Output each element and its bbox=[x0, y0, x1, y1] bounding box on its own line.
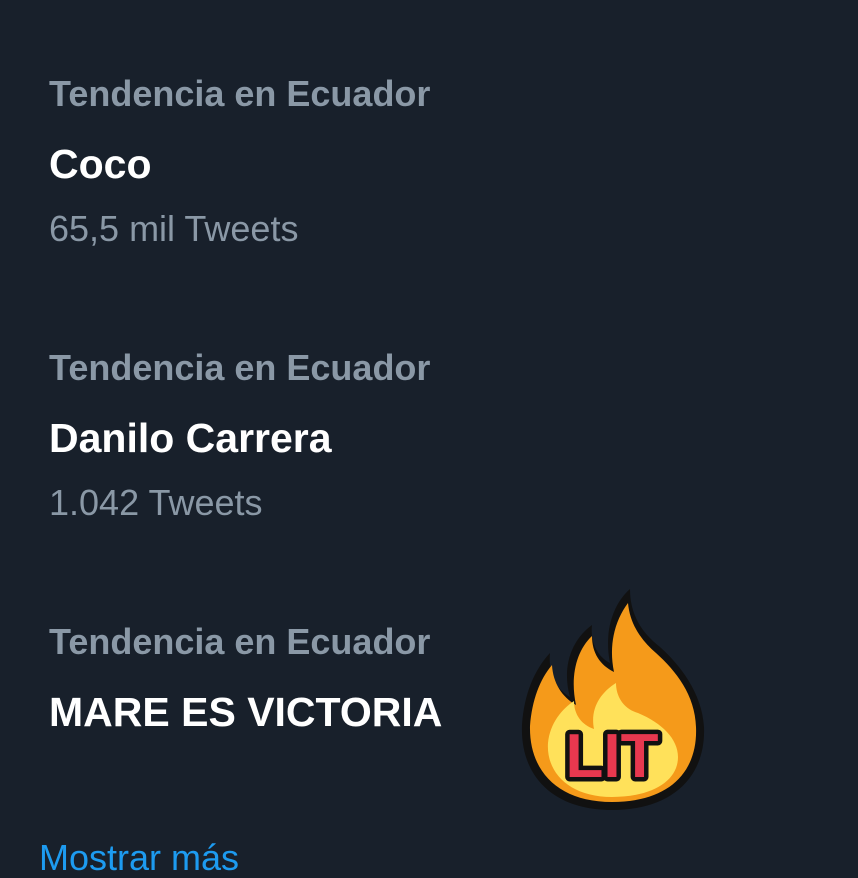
trend-item[interactable]: Tendencia en Ecuador Danilo Carrera 1.04… bbox=[49, 348, 809, 523]
trend-context: Tendencia en Ecuador bbox=[49, 347, 431, 388]
trend-context: Tendencia en Ecuador bbox=[49, 73, 431, 114]
show-more-link[interactable]: Mostrar más bbox=[39, 838, 239, 878]
trend-item[interactable]: Tendencia en Ecuador Coco 65,5 mil Tweet… bbox=[49, 74, 809, 249]
fire-icon: LIT LIT bbox=[521, 589, 705, 810]
trend-tweet-count: 1.042 Tweets bbox=[49, 482, 263, 523]
trend-tweet-count: 65,5 mil Tweets bbox=[49, 208, 299, 249]
lit-fire-sticker: LIT LIT bbox=[512, 585, 712, 815]
sticker-text: LIT bbox=[566, 722, 659, 791]
trend-title: Danilo Carrera bbox=[49, 415, 332, 461]
trend-title: Coco bbox=[49, 141, 152, 187]
